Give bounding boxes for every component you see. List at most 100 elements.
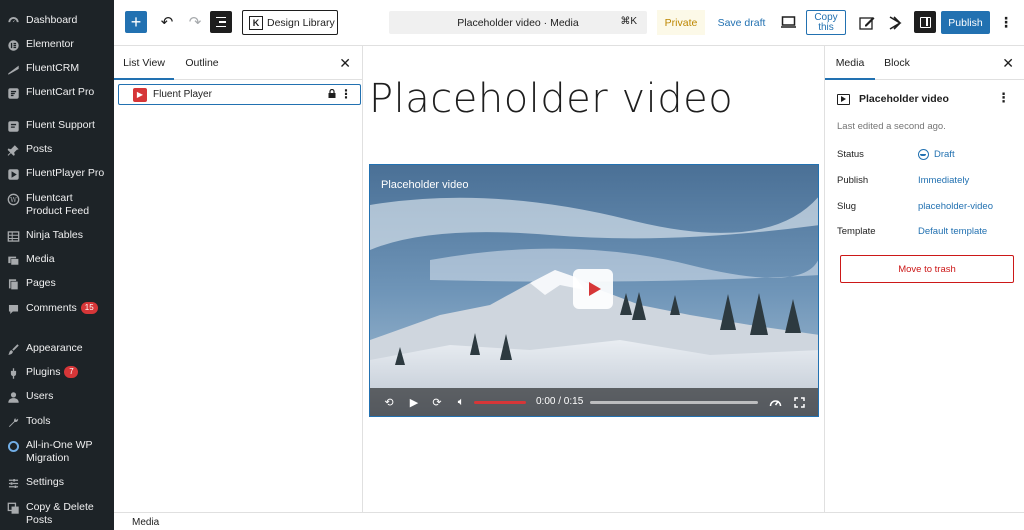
desktop-icon	[780, 16, 796, 28]
copy-this-label-line1: Copy	[814, 11, 838, 23]
seek-bar[interactable]	[590, 401, 758, 404]
tab-block[interactable]: Block	[881, 46, 913, 80]
admin-menu-label: Fluentcart Product Feed	[26, 192, 90, 217]
admin-menu-label: Media	[26, 253, 55, 265]
slug-row: Slug placeholder-video	[837, 201, 1017, 215]
publish-label: Publish	[837, 175, 869, 186]
admin-menu-label: Comments 15	[26, 302, 98, 315]
undo-icon: ↶	[160, 14, 174, 31]
pin-icon	[6, 143, 20, 157]
design-library-icon: K	[249, 15, 263, 30]
play-button[interactable]: ▶	[406, 394, 422, 410]
admin-menu-posts[interactable]: Posts	[0, 143, 114, 157]
admin-menu-fluentplayer[interactable]: FluentPlayer Pro	[0, 167, 114, 181]
redo-button[interactable]: ↷	[184, 11, 206, 33]
undo-button[interactable]: ↶	[156, 11, 178, 33]
close-settings-button[interactable]: ✕	[1002, 55, 1014, 72]
post-title[interactable]: Placeholder video	[369, 76, 733, 122]
template-label: Template	[837, 226, 876, 237]
admin-menu-dashboard[interactable]: Dashboard	[0, 14, 114, 28]
admin-menu-label: Settings	[26, 476, 64, 488]
publish-button[interactable]: Publish	[941, 11, 990, 34]
fullscreen-button[interactable]	[790, 394, 808, 410]
admin-menu-copy-delete[interactable]: Copy & Delete Posts	[0, 501, 114, 527]
tab-outline[interactable]: Outline	[182, 46, 222, 80]
admin-menu-label: Tools	[26, 415, 51, 427]
plugin-icon	[6, 366, 20, 380]
volume-slider[interactable]	[474, 401, 526, 404]
admin-menu-elementor[interactable]: Elementor	[0, 38, 114, 52]
copy-icon	[6, 501, 20, 515]
admin-menu-users[interactable]: Users	[0, 390, 114, 404]
elementor-icon	[6, 38, 20, 52]
admin-menu-fluent-support[interactable]: Fluent Support	[0, 119, 114, 133]
admin-menu-ninja-tables[interactable]: Ninja Tables	[0, 229, 114, 243]
move-to-trash-button[interactable]: Move to trash	[840, 255, 1014, 283]
kadence-button[interactable]	[884, 12, 906, 34]
template-value-button[interactable]: Default template	[918, 226, 987, 237]
video-icon	[837, 93, 850, 105]
close-list-view-button[interactable]: ✕	[339, 55, 351, 72]
admin-menu-label: Pages	[26, 277, 56, 289]
tab-list-view[interactable]: List View	[114, 46, 174, 80]
forward-button[interactable]: ⟳	[428, 394, 446, 410]
list-view-block-row[interactable]: ▶ Fluent Player ⋮	[118, 84, 361, 105]
admin-menu-tools[interactable]: Tools	[0, 415, 114, 429]
rewind-10-icon: ⟲	[384, 396, 394, 409]
admin-menu-plugins[interactable]: Plugins 7	[0, 366, 114, 380]
player-controls: ⟲ ▶ ⟳ 🔈︎ 0:00 / 0:15	[370, 388, 818, 416]
document-bar[interactable]: Placeholder video · Media ⌘K	[389, 11, 647, 34]
status-value-button[interactable]: Draft	[918, 149, 955, 160]
document-actions-button[interactable]: ⋮	[997, 90, 1010, 106]
save-draft-button[interactable]: Save draft	[714, 10, 769, 35]
design-library-label: Design Library	[267, 16, 335, 29]
admin-menu-label: FluentCRM	[26, 62, 80, 74]
admin-menu-fluentcart[interactable]: FluentCart Pro	[0, 86, 114, 100]
edit-note-button[interactable]	[856, 12, 878, 34]
list-view-toggle-button[interactable]	[210, 11, 232, 33]
breadcrumb-item[interactable]: Media	[132, 517, 159, 528]
admin-menu-fluentcart-feed[interactable]: W Fluentcart Product Feed	[0, 192, 114, 218]
play-icon: ▶	[409, 396, 419, 409]
block-inserter-button[interactable]: +	[125, 11, 147, 33]
options-button[interactable]: ⋮	[998, 11, 1014, 33]
settings-toggle-button[interactable]	[914, 11, 936, 33]
comments-count-badge: 15	[80, 302, 98, 314]
admin-menu-settings[interactable]: Settings	[0, 476, 114, 490]
video-title: Placeholder video	[381, 179, 469, 191]
admin-menu-fluentcrm[interactable]: FluentCRM	[0, 62, 114, 76]
rewind-button[interactable]: ⟲	[380, 394, 398, 410]
admin-menu-label: Elementor	[26, 38, 74, 50]
slug-label: Slug	[837, 201, 857, 212]
more-vertical-icon: ⋮	[997, 90, 1010, 105]
private-label: Private	[664, 16, 698, 29]
admin-sidebar: Dashboard Elementor FluentCRM FluentCart…	[0, 0, 114, 530]
more-vertical-icon: ⋮	[999, 13, 1013, 30]
big-play-button[interactable]	[573, 269, 613, 309]
more-vertical-icon: ⋮	[340, 87, 352, 101]
design-library-button[interactable]: K Design Library	[242, 10, 338, 35]
publish-value-button[interactable]: Immediately	[918, 175, 969, 186]
table-icon	[6, 229, 20, 243]
preview-button[interactable]	[778, 12, 798, 32]
mute-button[interactable]: 🔈︎	[452, 394, 470, 410]
admin-menu-comments[interactable]: Comments 15	[0, 302, 114, 316]
admin-menu-media[interactable]: Media	[0, 253, 114, 267]
copy-this-button[interactable]: Copy this	[806, 10, 846, 35]
block-options-button[interactable]: ⋮	[340, 87, 352, 101]
status-label: Status	[837, 149, 864, 160]
forward-10-icon: ⟳	[432, 396, 442, 409]
slug-value-button[interactable]: placeholder-video	[918, 201, 993, 212]
fluentcart-icon	[6, 86, 20, 100]
admin-menu-pages[interactable]: Pages	[0, 277, 114, 291]
publish-row: Publish Immediately	[837, 175, 1017, 189]
speed-button[interactable]	[766, 394, 784, 410]
admin-menu-appearance[interactable]: Appearance	[0, 342, 114, 356]
private-button[interactable]: Private	[657, 10, 705, 35]
list-view-panel: List View Outline ✕ ▶ Fluent Player ⋮	[114, 46, 363, 512]
video-player[interactable]: Placeholder video ⟲ ▶ ⟳ 🔈︎ 0:00 / 0:15	[369, 164, 819, 417]
lock-icon	[328, 88, 336, 100]
tab-media[interactable]: Media	[825, 46, 875, 80]
admin-menu-migration[interactable]: All-in-One WP Migration	[0, 439, 114, 465]
close-icon: ✕	[339, 55, 351, 71]
